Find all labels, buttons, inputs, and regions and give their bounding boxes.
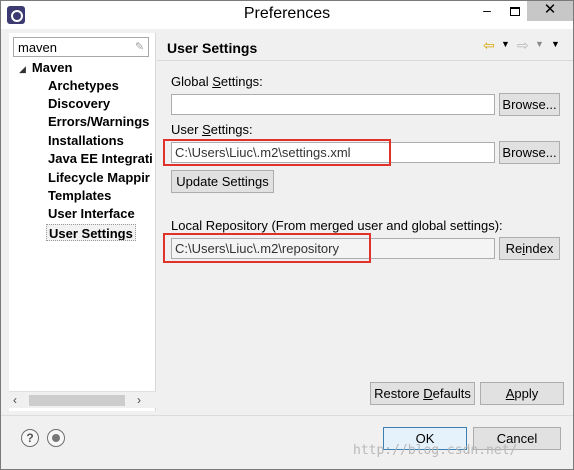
user-settings-field[interactable]: C:\Users\Liuc\.m2\settings.xml [171,142,495,163]
title-bar[interactable]: Preferences – ✕ [1,1,573,29]
restore-defaults-button[interactable]: Restore Defaults [370,382,475,405]
page-title: User Settings [167,40,258,56]
maximize-button[interactable] [501,1,529,21]
local-repository-label: Local Repository (From merged user and g… [171,218,503,233]
page-header: User Settings ⇦ ▼ ⇨ ▼ ▼ [157,33,573,61]
close-button[interactable]: ✕ [527,1,573,21]
footer-divider [1,415,573,416]
forward-arrow-icon[interactable]: ⇨ [517,37,529,54]
user-browse-button[interactable]: Browse... [499,141,560,164]
tree-item-archetypes[interactable]: Archetypes [48,77,152,94]
back-arrow-icon[interactable]: ⇦ [483,37,495,54]
apply-button[interactable]: Apply [480,382,564,405]
tree-item-lifecycle-mappings[interactable]: Lifecycle Mappir [48,169,152,186]
maximize-icon [510,6,520,16]
view-menu-icon[interactable]: ▼ [551,39,560,49]
minimize-button[interactable]: – [473,1,501,21]
forward-dropdown-icon[interactable]: ▼ [535,39,544,49]
scroll-left-icon[interactable]: ‹ [13,393,17,407]
tree-item-user-interface[interactable]: User Interface [48,205,152,222]
reindex-button[interactable]: Reindex [499,237,560,260]
tree-item-maven-label: Maven [31,60,73,75]
user-settings-label: User Settings: [171,122,253,137]
tree-item-user-settings[interactable]: User Settings [46,224,136,241]
help-icon[interactable]: ? [21,429,39,447]
update-settings-button[interactable]: Update Settings [171,170,274,193]
horizontal-scrollbar[interactable]: ‹ › [9,391,156,408]
tree-item-installations[interactable]: Installations [48,132,152,149]
global-browse-button[interactable]: Browse... [499,93,560,116]
scroll-right-icon[interactable]: › [137,393,141,407]
local-repository-field[interactable]: C:\Users\Liuc\.m2\repository [171,238,495,259]
tree-item-java-ee-integration[interactable]: Java EE Integrati [48,150,152,167]
global-settings-field[interactable] [171,94,495,115]
stop-icon[interactable] [47,429,65,447]
scrollbar-thumb[interactable] [29,395,125,406]
clear-filter-icon[interactable]: ✎ [135,41,147,53]
tree-item-templates[interactable]: Templates [48,187,152,204]
preference-tree-panel: ✎ ◢ Maven Archetypes Discovery Errors/War… [9,33,156,411]
preferences-window: Preferences – ✕ ✎ ◢ Maven Archetypes Disc… [0,0,574,470]
tree-item-discovery[interactable]: Discovery [48,95,152,112]
watermark-text: http://blog.csdn.net/ [353,443,518,458]
global-settings-label: Global Settings: [171,74,263,89]
back-dropdown-icon[interactable]: ▼ [501,39,510,49]
tree-item-maven[interactable]: ◢ Maven [19,60,72,75]
expand-arrow-icon[interactable]: ◢ [19,64,26,74]
filter-input[interactable] [13,37,149,57]
tree-item-errors-warnings[interactable]: Errors/Warnings [48,113,152,130]
